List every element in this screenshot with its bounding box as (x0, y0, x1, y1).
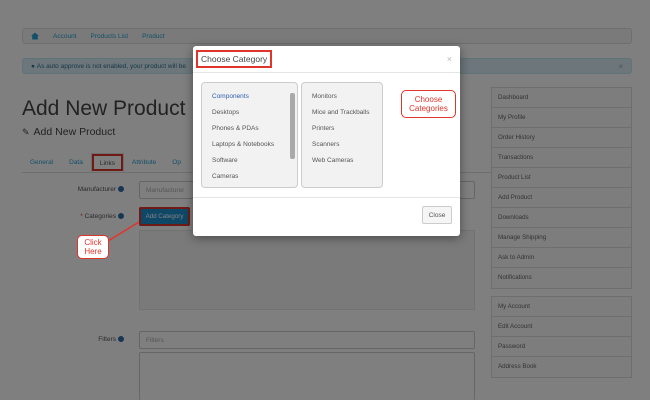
subcategory-list[interactable]: Monitors Mice and Trackballs Printers Sc… (301, 82, 383, 188)
modal-title: Choose Category (195, 50, 273, 68)
subcategory-item-web-cameras[interactable]: Web Cameras (302, 153, 382, 169)
category-item-laptops-notebooks[interactable]: Laptops & Notebooks (202, 137, 297, 153)
list-scrollbar[interactable] (290, 87, 295, 187)
category-item-cameras[interactable]: Cameras (202, 169, 297, 185)
subcategory-item-monitors[interactable]: Monitors (302, 89, 382, 105)
close-button[interactable]: Close (422, 206, 452, 224)
modal-header: Choose Category × (193, 46, 460, 73)
category-item-desktops[interactable]: Desktops (202, 105, 297, 121)
page: Account Products List Product ● As auto … (0, 0, 650, 400)
modal-footer: Close (193, 197, 460, 236)
category-item-phones-pdas[interactable]: Phones & PDAs (202, 121, 297, 137)
scrollbar-thumb[interactable] (290, 93, 295, 159)
subcategory-item-printers[interactable]: Printers (302, 121, 382, 137)
choose-category-modal: Choose Category × Components Desktops Ph… (193, 46, 460, 236)
subcategory-item-mice-trackballs[interactable]: Mice and Trackballs (302, 105, 382, 121)
click-here-callout: Click Here (77, 235, 109, 259)
category-item-components[interactable]: Components (202, 89, 297, 105)
subcategory-item-scanners[interactable]: Scanners (302, 137, 382, 153)
choose-categories-callout: Choose Categories (401, 90, 456, 118)
modal-close-icon[interactable]: × (447, 54, 452, 64)
category-item-software[interactable]: Software (202, 153, 297, 169)
parent-category-list[interactable]: Components Desktops Phones & PDAs Laptop… (201, 82, 298, 188)
